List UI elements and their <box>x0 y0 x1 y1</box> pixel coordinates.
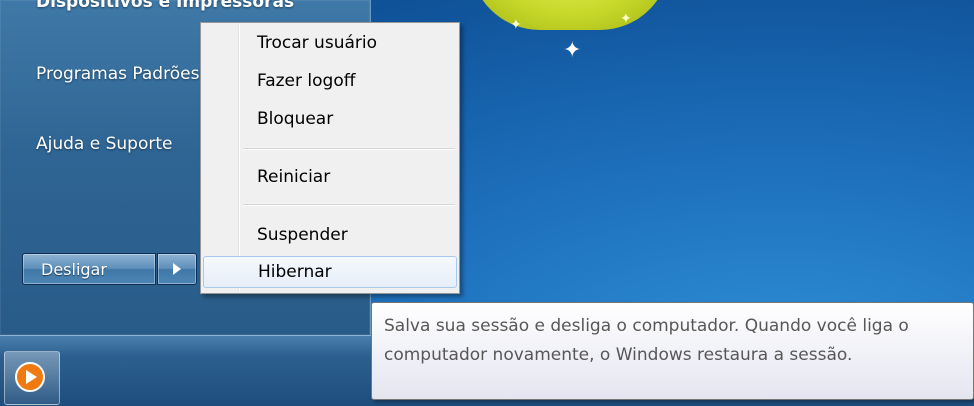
chevron-right-icon <box>173 263 181 275</box>
start-link-help-support[interactable]: Ajuda e Suporte <box>36 134 172 154</box>
shutdown-options-button[interactable] <box>157 253 197 285</box>
menu-separator <box>243 204 455 206</box>
menu-item-log-off[interactable]: Fazer logoff <box>203 65 457 97</box>
shutdown-submenu: Trocar usuário Fazer logoff Bloquear Rei… <box>200 22 460 294</box>
menu-item-restart[interactable]: Reiniciar <box>203 161 457 193</box>
menu-item-lock[interactable]: Bloquear <box>203 103 457 135</box>
menu-item-sleep[interactable]: Suspender <box>203 219 457 251</box>
tooltip-text: Salva sua sessão e desliga o computador.… <box>384 316 909 365</box>
start-link-devices-printers[interactable]: Dispositivos e Impressoras <box>36 0 294 12</box>
windows-media-player-icon <box>15 362 45 392</box>
menu-item-label: Fazer logoff <box>257 71 356 91</box>
sparkle-icon: ✦ <box>620 11 632 27</box>
menu-item-hibernate[interactable]: Hibernar <box>203 256 457 288</box>
shutdown-button[interactable]: Desligar <box>22 253 156 285</box>
menu-item-label: Hibernar <box>258 262 332 282</box>
menu-item-switch-user[interactable]: Trocar usuário <box>203 27 457 59</box>
wallpaper-flower <box>470 0 670 30</box>
taskbar-button-media-player[interactable] <box>4 351 60 405</box>
menu-item-label: Reiniciar <box>257 167 331 187</box>
start-link-default-programs[interactable]: Programas Padrões <box>36 64 199 84</box>
menu-separator <box>243 148 455 150</box>
tooltip: Salva sua sessão e desliga o computador.… <box>371 302 974 400</box>
menu-item-label: Trocar usuário <box>257 33 377 53</box>
menu-item-label: Suspender <box>257 225 348 245</box>
sparkle-icon: ✦ <box>563 38 582 63</box>
menu-item-label: Bloquear <box>257 109 334 129</box>
sparkle-icon: ✦ <box>510 17 522 33</box>
shutdown-button-label: Desligar <box>41 259 107 279</box>
